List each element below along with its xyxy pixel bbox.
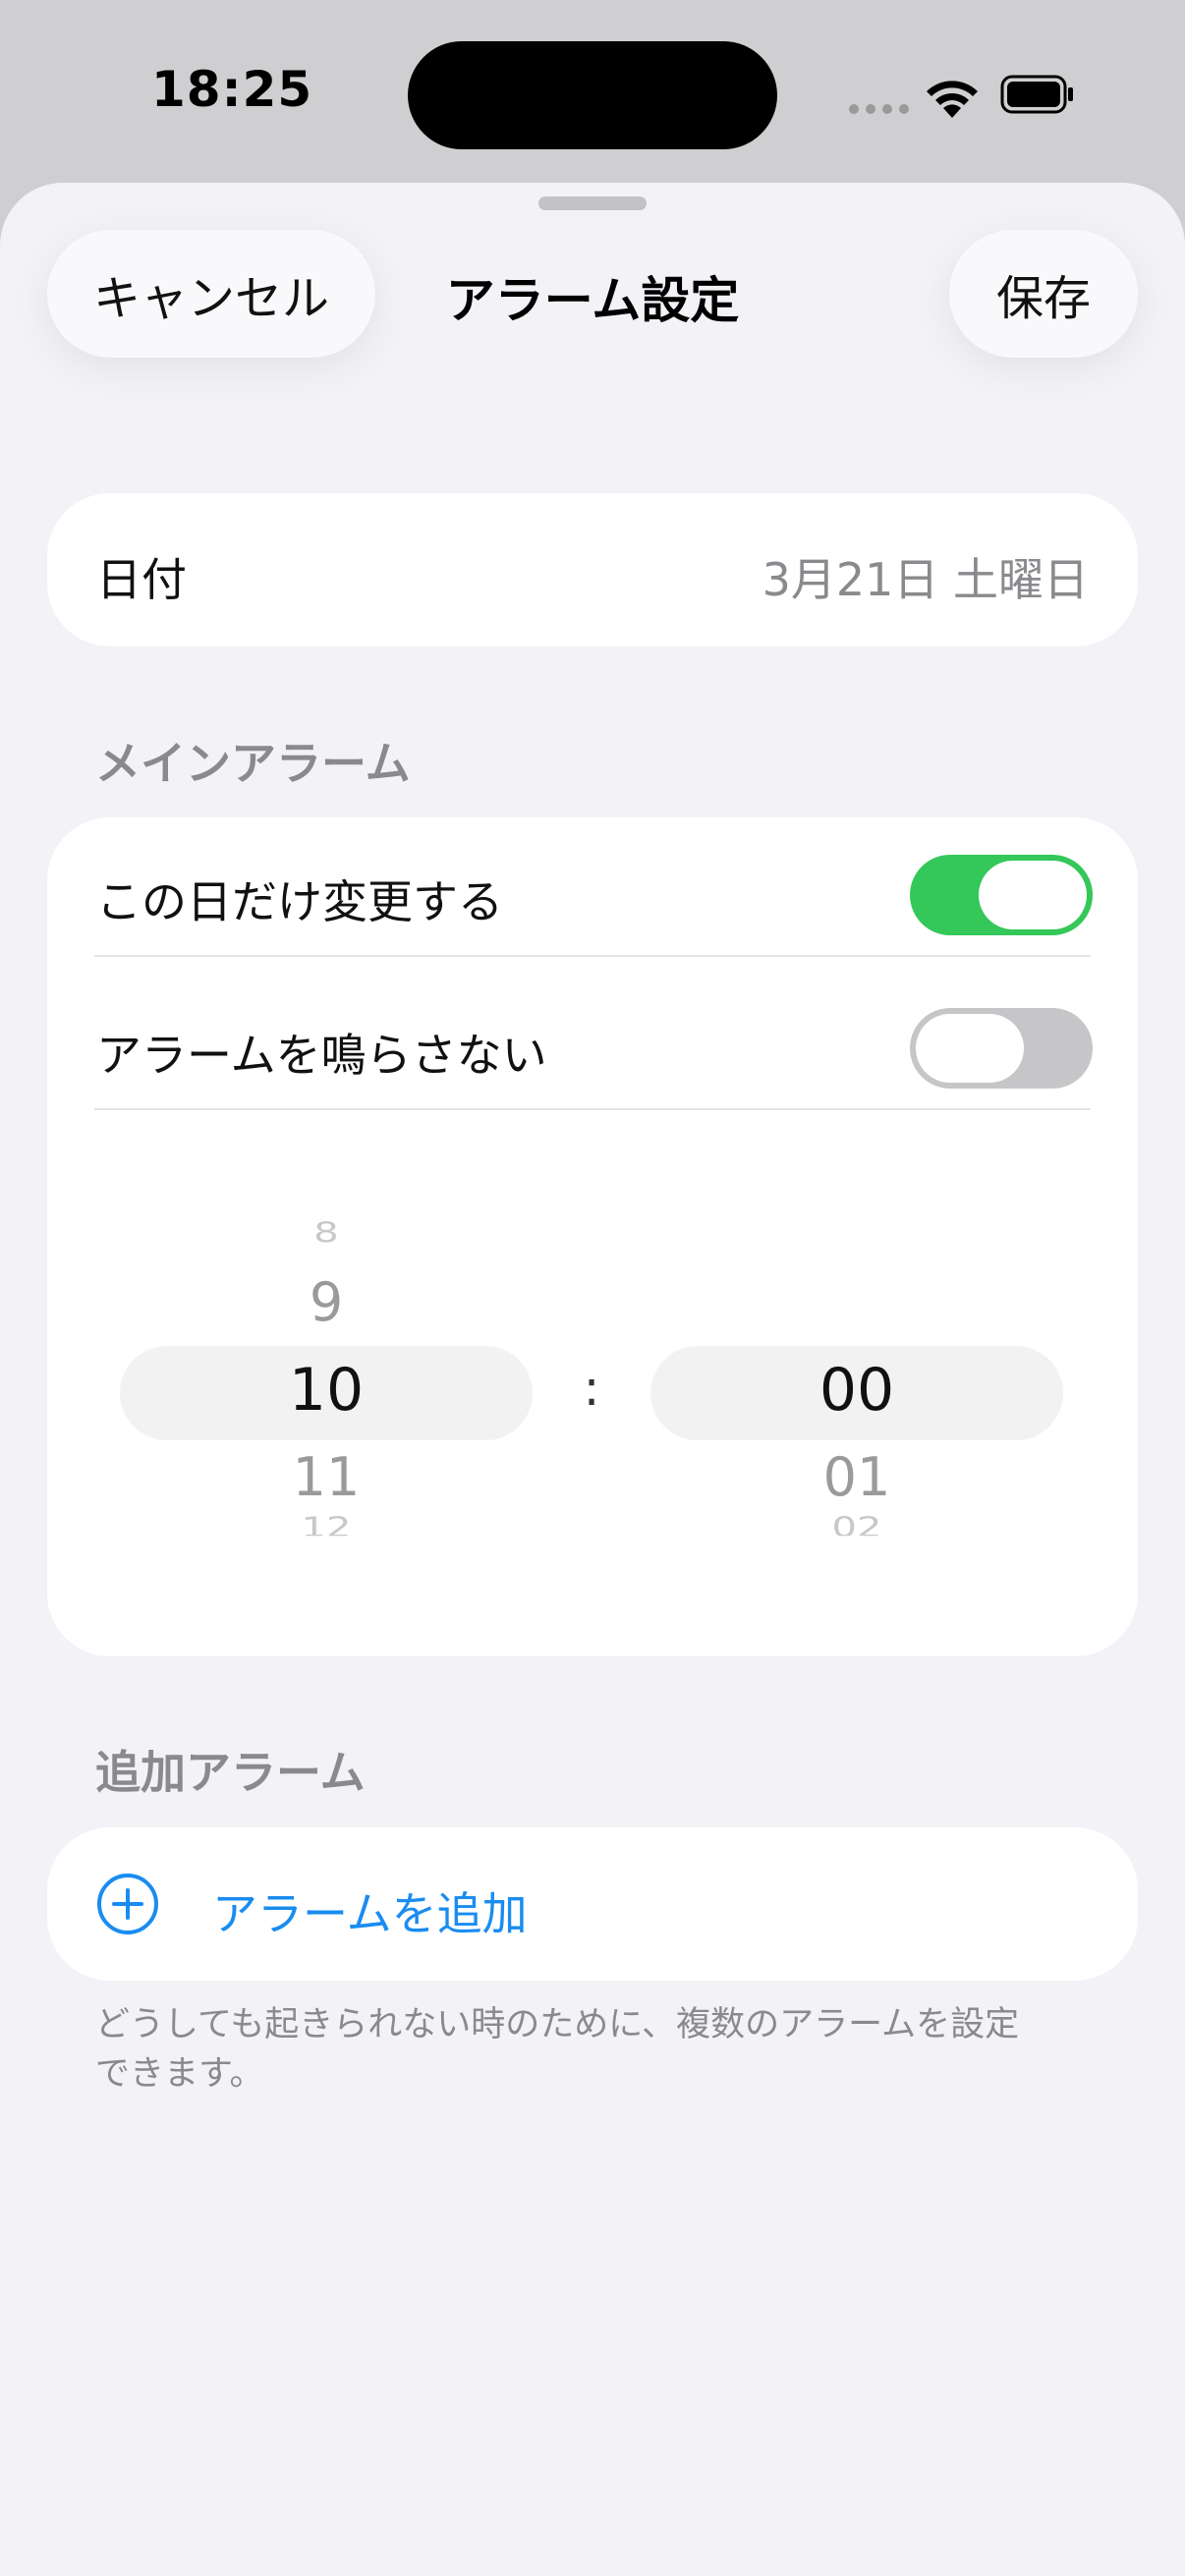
time-separator: :	[583, 1360, 600, 1417]
hour-option[interactable]: 12	[120, 1512, 533, 1536]
date-value: 3月21日 土曜日	[762, 553, 1089, 606]
toggle-knob	[979, 861, 1087, 929]
dynamic-island	[408, 41, 777, 149]
change-today-label: この日だけ変更する	[96, 875, 503, 928]
change-today-toggle[interactable]	[910, 855, 1093, 935]
hour-option[interactable]: 11	[120, 1446, 533, 1508]
divider	[94, 1108, 1091, 1110]
extra-alarm-header: 追加アラーム	[95, 1746, 366, 1799]
divider	[94, 955, 1091, 957]
add-alarm-label: アラームを追加	[212, 1887, 528, 1940]
silence-alarm-label: アラームを鳴らさない	[96, 1029, 547, 1082]
add-alarm-button[interactable]: アラームを追加	[47, 1827, 1138, 1981]
extra-alarm-footer: どうしても起きられない時のために、複数のアラームを設定できます。	[95, 2005, 1020, 2094]
status-time: 18:25	[151, 61, 313, 118]
battery-icon	[1000, 75, 1073, 114]
hour-option[interactable]: 9	[120, 1271, 533, 1333]
minute-option[interactable]: 02	[650, 1512, 1063, 1536]
date-row[interactable]: 日付 3月21日 土曜日	[47, 493, 1138, 646]
wifi-icon	[927, 81, 978, 118]
hour-option[interactable]: 8	[120, 1216, 533, 1249]
hour-selected[interactable]: 10	[120, 1356, 533, 1425]
toggle-knob	[916, 1014, 1024, 1083]
sheet-grabber[interactable]	[538, 196, 647, 210]
main-alarm-header: メインアラーム	[95, 737, 411, 790]
minute-option[interactable]: 01	[650, 1446, 1063, 1508]
main-alarm-card: この日だけ変更する アラームを鳴らさない 8 9 10 11 12 : 00 0…	[47, 817, 1138, 1656]
date-label: 日付	[96, 553, 187, 606]
minute-selected[interactable]: 00	[650, 1356, 1063, 1425]
cellular-signal-icon	[849, 104, 909, 114]
alarm-settings-sheet: キャンセル アラーム設定 保存 日付 3月21日 土曜日 メインアラーム この日…	[0, 183, 1185, 2576]
silence-alarm-toggle[interactable]	[910, 1008, 1093, 1089]
save-button[interactable]: 保存	[949, 230, 1138, 358]
status-bar: 18:25	[0, 0, 1185, 187]
plus-circle-icon	[97, 1874, 158, 1934]
